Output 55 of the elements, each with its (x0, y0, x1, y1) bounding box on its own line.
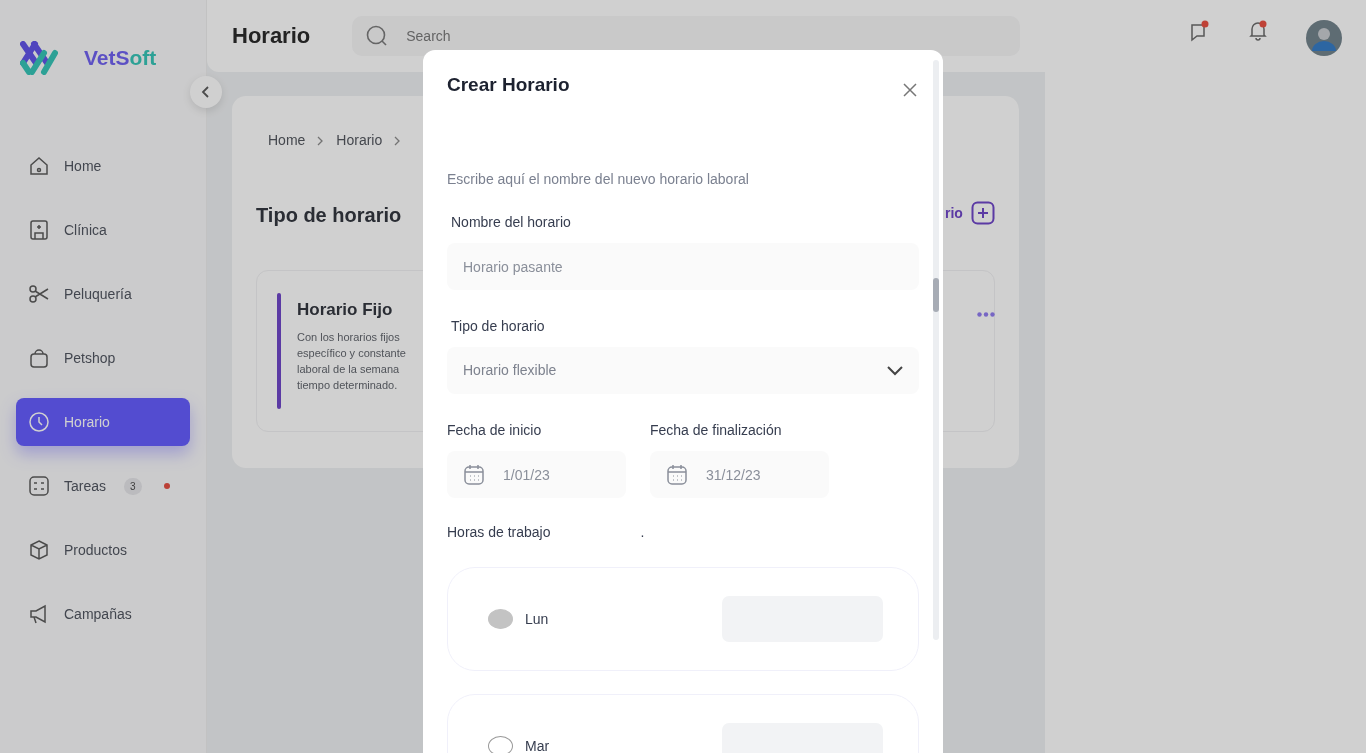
more-icon (977, 311, 995, 317)
list-icon (28, 475, 50, 497)
avatar-icon[interactable] (1306, 20, 1342, 56)
breadcrumb-link[interactable]: Home (268, 130, 306, 151)
chevron-right-icon (317, 135, 325, 146)
day-label: Lun (525, 609, 549, 629)
add-button[interactable]: rio (945, 201, 995, 225)
card-title: Horario Fijo (297, 299, 394, 321)
bag-icon (28, 347, 50, 369)
nav-item[interactable]: Productos (16, 526, 190, 574)
card-text: específico y constante (297, 345, 406, 361)
nav-item[interactable]: Clínica (16, 206, 190, 254)
collapse-button[interactable] (190, 76, 222, 108)
field-label: Fecha de inicio (447, 421, 543, 440)
card-text: tiempo determinado. (297, 377, 399, 393)
scissors-icon (28, 283, 50, 305)
logo-icon (20, 41, 58, 75)
day-toggle[interactable] (488, 609, 513, 629)
start-date-field[interactable]: 1/01/23 (447, 451, 626, 498)
scrollbar[interactable] (933, 60, 939, 640)
nav-item[interactable]: Peluquería (16, 270, 190, 318)
box-icon (28, 539, 50, 561)
name-input[interactable]: Horario pasante (447, 243, 919, 290)
field-label: Nombre del horario (451, 213, 572, 232)
nav-item[interactable]: Petshop (16, 334, 190, 382)
dialog-description: Escribe aquí el nombre del nuevo horario laboral (447, 170, 750, 189)
nav-item[interactable]: Home (16, 142, 190, 190)
chevron-left-icon (201, 86, 211, 98)
clock-icon (28, 411, 50, 433)
end-date-field[interactable]: 31/12/23 (650, 451, 829, 498)
card-text: Con los horarios fijos (297, 329, 401, 345)
chevron-down-icon (887, 365, 903, 376)
field-label: Tipo de horario (451, 317, 546, 336)
card-text: laboral de la semana (297, 361, 401, 377)
field-label: Fecha de finalización (650, 421, 783, 440)
plus-icon (970, 201, 995, 225)
chevron-right-icon (394, 135, 402, 146)
note-text: . (640, 523, 645, 542)
chat-button[interactable] (1190, 20, 1210, 43)
section-label: Horas de trabajo (447, 523, 551, 542)
nav-item[interactable]: Campañas (16, 590, 190, 638)
building-icon (28, 219, 50, 241)
count-badge: 3 (124, 477, 142, 495)
section-title: Tipo de horario (256, 203, 402, 227)
day-toggle[interactable] (488, 736, 513, 753)
dialog-title: Crear Horario (447, 74, 570, 97)
brand-name: VetSoft (84, 45, 157, 72)
day-label: Mar (525, 736, 550, 753)
nav-item[interactable]: Horario (16, 398, 190, 446)
nav-item[interactable]: Tareas 3 (16, 462, 190, 510)
type-select[interactable]: Horario flexible (447, 347, 919, 394)
home-icon (28, 155, 50, 177)
breadcrumb-link[interactable]: Horario (336, 130, 383, 151)
page-title: Horario (232, 22, 311, 50)
notification-button[interactable] (1248, 20, 1268, 43)
